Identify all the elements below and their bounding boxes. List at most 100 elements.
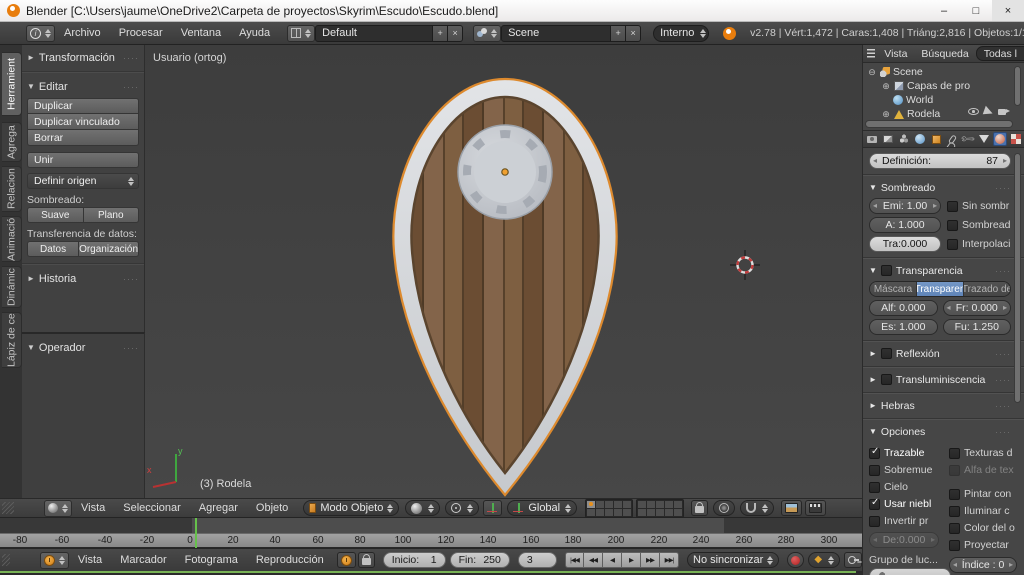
tl-menu-fotograma[interactable]: Fotograma (176, 554, 247, 566)
layer-grid-left[interactable] (585, 498, 634, 518)
blend-slider[interactable]: Fu: 1.250 (942, 319, 1011, 335)
outliner-icon[interactable] (867, 48, 876, 59)
properties-vscrollbar[interactable] (1014, 153, 1021, 403)
set-origin-dropdown[interactable]: Definir origen (27, 173, 139, 189)
zoffset-slider[interactable]: ◂ De:0.000 ▸ (869, 532, 939, 548)
texture-props-icon[interactable] (1009, 132, 1023, 146)
outliner-row-scene[interactable]: ⊖ Scene (867, 65, 923, 79)
vertex-light-checkbox[interactable]: Iluminar c (949, 505, 1017, 517)
invert-zdepth-checkbox[interactable]: Invertir pr (869, 515, 945, 527)
vp-menu-seleccionar[interactable]: Seleccionar (114, 502, 189, 514)
pass-index-slider[interactable]: ◂ Índice : 0 ▸ (949, 557, 1017, 573)
orientation-dropdown[interactable]: Global (507, 500, 578, 516)
join-button[interactable]: Unir (27, 152, 139, 168)
corner-grip-icon[interactable] (2, 502, 14, 514)
render-props-icon[interactable] (865, 132, 879, 146)
constraints-props-icon[interactable] (945, 132, 959, 146)
tab-dinamica[interactable]: Dinámic (2, 266, 22, 308)
duplicate-button[interactable]: Duplicar (27, 98, 139, 114)
timeline-editor-selector[interactable] (39, 551, 69, 569)
shadeless-checkbox[interactable]: Sin sombr (947, 200, 1009, 212)
emit-slider[interactable]: ◂ Emi: 1.00 ▸ (869, 198, 941, 214)
layout-browse-button[interactable] (287, 24, 316, 42)
renderlayers-props-icon[interactable] (881, 132, 895, 146)
record-button[interactable] (787, 552, 805, 568)
outliner-row-world[interactable]: World (893, 93, 933, 107)
tab-agregar[interactable]: Agrega (2, 122, 22, 162)
data-props-icon[interactable] (977, 132, 991, 146)
tl-menu-reproduccion[interactable]: Reproducción (247, 554, 333, 566)
use-preview-range-toggle[interactable] (336, 552, 356, 568)
transparency-checkbox[interactable] (880, 265, 892, 276)
eye-icon[interactable] (968, 108, 979, 115)
panel-sombreado[interactable]: ▼ Sombreado ···· (869, 180, 1011, 195)
outliner-menu-vista[interactable]: Vista (877, 48, 914, 60)
camera-icon[interactable] (998, 108, 1010, 115)
slider-left-arrow-icon[interactable]: ◂ (873, 156, 877, 165)
close-button[interactable]: × (992, 0, 1024, 21)
ztransp-option[interactable]: Transparen (916, 282, 963, 296)
transfer-organization-button[interactable]: Organización (79, 241, 139, 257)
full-oversampling-checkbox[interactable]: Sobremue (869, 464, 945, 476)
panel-transparencia[interactable]: ▼ Transparencia ···· (869, 263, 1011, 278)
layout-add-button[interactable]: + (433, 24, 449, 42)
render-engine-selector[interactable]: Interno (653, 24, 710, 42)
jump-to-start-button[interactable]: |◀◀ (565, 552, 584, 568)
render-opengl-button[interactable] (781, 500, 803, 516)
object-color-checkbox[interactable]: Color del o (949, 522, 1017, 534)
panel-editar[interactable]: ▼ Editar ···· (27, 79, 139, 94)
frame-start-field[interactable]: Inicio: 1 (382, 552, 446, 568)
traceable-checkbox[interactable]: Trazable (869, 446, 945, 459)
tab-relaciones[interactable]: Relacion (2, 166, 22, 212)
tl-menu-marcador[interactable]: Marcador (111, 554, 175, 566)
panel-hebras[interactable]: ► Hebras ···· (869, 398, 1011, 413)
mirror-checkbox[interactable] (880, 348, 892, 359)
outliner-filter-dropdown[interactable]: Todas l (975, 46, 1024, 61)
shadow-checkbox[interactable]: Sombread (947, 219, 1010, 231)
corner-grip-icon[interactable] (2, 554, 10, 566)
mask-option[interactable]: Máscara (870, 282, 916, 296)
outliner-row-renderlayers[interactable]: ⊕ Capas de pro (881, 79, 970, 93)
pivot-dropdown[interactable] (445, 500, 480, 516)
delete-button[interactable]: Borrar (27, 130, 139, 146)
modifiers-props-icon[interactable]: 🔧︎ (960, 131, 977, 147)
translucency-field[interactable]: Tra:0.000 (869, 236, 941, 252)
outliner-vscrollbar[interactable] (1014, 66, 1021, 106)
sky-checkbox[interactable]: Cielo (869, 481, 945, 493)
menu-ventana[interactable]: Ventana (172, 27, 230, 39)
scene-props-icon[interactable] (897, 132, 911, 146)
vp-menu-agregar[interactable]: Agregar (190, 502, 247, 514)
panel-historia[interactable]: ► Historia ···· (27, 271, 139, 286)
scene-lock-toggle[interactable] (691, 500, 709, 516)
uv-project-checkbox[interactable]: Proyectar (949, 539, 1017, 551)
layer-grid-right[interactable] (636, 498, 685, 518)
cursor-arrow-icon[interactable] (982, 105, 995, 118)
tab-herramientas[interactable]: Herramient (2, 52, 22, 116)
expand-icon[interactable]: ⊕ (881, 81, 891, 92)
menu-procesar[interactable]: Procesar (110, 27, 172, 39)
tl-menu-vista[interactable]: Vista (69, 554, 111, 566)
editor-type-selector[interactable]: i (26, 24, 55, 42)
lock-frame-toggle[interactable] (357, 552, 375, 568)
timeline-ruler[interactable]: -80 -60 -40 -20 0 20 40 60 80 100 120 14… (0, 533, 862, 547)
vp-menu-vista[interactable]: Vista (72, 502, 114, 514)
tab-animacion[interactable]: Animació (2, 216, 22, 262)
alpha-slider[interactable]: Alf: 0.000 (869, 300, 938, 316)
proportional-edit-dropdown[interactable] (713, 500, 736, 516)
minimize-button[interactable]: – (928, 0, 960, 21)
raytrace-option[interactable]: Trazado de (963, 282, 1010, 296)
layer-cell-active[interactable] (587, 500, 596, 508)
vp-menu-objeto[interactable]: Objeto (247, 502, 297, 514)
material-props-icon[interactable] (993, 132, 1007, 146)
current-frame-playhead[interactable] (195, 518, 197, 548)
shade-smooth-button[interactable]: Suave (27, 207, 84, 223)
transfer-data-button[interactable]: Datos (27, 241, 80, 257)
next-keyframe-button[interactable]: ▶▶ (641, 552, 660, 568)
manipulator-toggle[interactable] (483, 500, 503, 516)
panel-reflexion[interactable]: ► Reflexión ···· (869, 346, 1011, 361)
slider-right-arrow-icon[interactable]: ▸ (1003, 156, 1007, 165)
panel-transluminiscencia[interactable]: ► Transluminiscencia ···· (869, 372, 1011, 387)
light-group-input[interactable] (869, 568, 951, 575)
panel-operador[interactable]: ▼ Operador ···· (27, 340, 139, 355)
viewport-editor-selector[interactable] (44, 499, 72, 517)
